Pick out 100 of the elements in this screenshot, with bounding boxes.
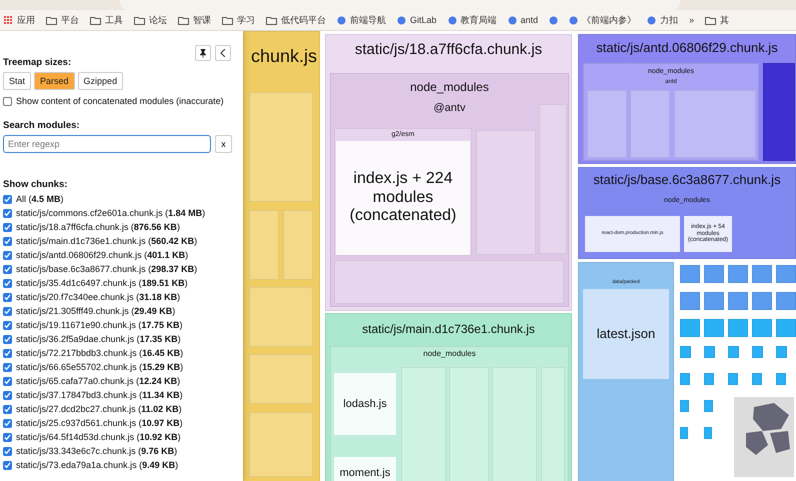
folder-block[interactable] — [763, 63, 795, 161]
checkbox[interactable] — [3, 390, 12, 400]
checkbox[interactable] — [3, 334, 12, 344]
module-tile[interactable] — [704, 265, 724, 283]
module-tile[interactable] — [680, 373, 690, 385]
bookmark-link[interactable]: 应用 — [17, 14, 35, 26]
bookmark-link[interactable]: GitLab — [410, 15, 437, 25]
bookmark-link[interactable]: 前端导航 — [350, 14, 386, 26]
bookmark-link[interactable]: 学习 — [237, 14, 255, 26]
module-block[interactable] — [249, 210, 279, 280]
module-tile[interactable] — [752, 373, 762, 385]
pin-button[interactable] — [195, 45, 211, 61]
folder-icon — [266, 16, 277, 24]
bookmark-link[interactable]: 平台 — [61, 14, 79, 26]
collapse-button[interactable] — [215, 45, 231, 61]
module-tile[interactable] — [704, 400, 713, 412]
bookmark-link[interactable]: 力扣 — [660, 14, 678, 26]
clear-button[interactable]: x — [215, 135, 232, 153]
module-tile[interactable] — [704, 292, 724, 310]
folder-block[interactable]: node_modules lodash.js moment.js — [330, 346, 569, 481]
bookmark-link[interactable]: 《前端内参》 — [582, 14, 636, 26]
bookmark-link[interactable]: 工具 — [105, 14, 123, 26]
checkbox[interactable] — [3, 278, 12, 288]
checkbox[interactable] — [3, 432, 12, 442]
checkbox[interactable] — [3, 222, 12, 232]
checkbox[interactable] — [3, 236, 12, 246]
module-tile[interactable] — [752, 346, 763, 358]
bookmark-link[interactable]: 论坛 — [149, 14, 167, 26]
module-tile[interactable] — [776, 346, 787, 358]
checkbox[interactable] — [3, 376, 12, 386]
search-field[interactable]: Enter regexp — [3, 135, 211, 153]
module-tile[interactable] — [680, 346, 691, 358]
size-toggle-button[interactable]: Gzipped — [78, 72, 124, 90]
bookmark-link[interactable]: antd — [520, 15, 538, 25]
module-tile[interactable] — [704, 427, 712, 439]
module-tile[interactable] — [680, 292, 700, 310]
module-tile[interactable] — [776, 292, 796, 310]
module-tile[interactable] — [776, 319, 796, 337]
chunk-label: static/js/20.f7c340ee.chunk.js (31.18 KB) — [16, 292, 180, 302]
chunk-label: static/js/37.17847bd3.chunk.js (11.34 KB) — [16, 390, 183, 400]
module-tile[interactable] — [752, 319, 772, 337]
chunk-label: static/js/35.4d1c6497.chunk.js (189.51 KB) — [16, 278, 188, 288]
treemap-chunk[interactable]: static/js/main.d1c736e1.chunk.js node_modules lodash.js moment.js — [325, 313, 572, 481]
checkbox[interactable] — [3, 320, 12, 330]
module-tile[interactable] — [728, 319, 748, 337]
module-block[interactable]: moment.js — [334, 457, 396, 481]
checkbox[interactable] — [3, 404, 12, 414]
module-tile[interactable] — [776, 373, 786, 385]
checkbox[interactable] — [3, 306, 12, 316]
module-tile[interactable] — [752, 265, 772, 283]
module-tile[interactable] — [728, 346, 739, 358]
checkbox[interactable] — [3, 208, 12, 218]
chunk-label: static/js/25.c937d561.chunk.js (10.97 KB) — [16, 418, 183, 428]
site-favicon-icon — [397, 16, 406, 24]
site-favicon-icon — [508, 16, 517, 24]
module-block[interactable] — [539, 104, 567, 254]
module-tile[interactable] — [680, 265, 700, 283]
checkbox[interactable] — [3, 348, 12, 358]
module-block[interactable] — [249, 412, 313, 477]
module-block[interactable]: lodash.js — [334, 373, 396, 435]
checkbox[interactable] — [3, 264, 12, 274]
checkbox[interactable] — [3, 418, 12, 428]
module-tile[interactable] — [704, 346, 715, 358]
module-tile[interactable] — [728, 265, 748, 283]
site-favicon-icon — [549, 16, 558, 24]
module-tile[interactable] — [776, 265, 796, 283]
checkbox[interactable] — [3, 292, 12, 302]
module-tile[interactable] — [680, 400, 689, 412]
module-block[interactable] — [249, 92, 313, 202]
bookmark-link[interactable]: 其 — [720, 14, 730, 26]
size-toggle-button[interactable]: Stat — [3, 72, 32, 90]
module-tile[interactable] — [728, 292, 748, 310]
bookmark-link[interactable]: 智课 — [193, 14, 211, 26]
module-tile[interactable] — [680, 319, 700, 337]
bookmark-link[interactable]: 低代码平台 — [281, 14, 326, 26]
chunk-label: static/js/main.d1c736e1.chunk.js (560.42 KB) — [16, 236, 198, 246]
checkbox[interactable] — [3, 250, 12, 260]
module-block[interactable]: latest.json — [583, 289, 669, 379]
module-tile[interactable] — [704, 319, 724, 337]
checkbox[interactable] — [3, 362, 12, 372]
chunk-label: static/js/72.217bbdb3.chunk.js (16.45 KB) — [16, 348, 184, 358]
module-tile[interactable] — [728, 373, 738, 385]
module-tile[interactable] — [704, 373, 714, 385]
more-bookmarks-button[interactable]: » — [689, 15, 694, 25]
module-block[interactable] — [283, 210, 313, 280]
checkbox[interactable] — [3, 194, 12, 204]
checkbox[interactable] — [3, 96, 12, 106]
chunk-label: static/js/18.a7ff6cfa.chunk.js (876.56 KB) — [16, 222, 180, 232]
module-block[interactable] — [249, 354, 313, 404]
module-block[interactable]: index.js + 224 modules (concatenated) — [336, 141, 470, 255]
checkbox[interactable] — [3, 446, 12, 456]
module-tile[interactable] — [680, 427, 688, 439]
size-toggle-button[interactable]: Parsed — [34, 72, 75, 90]
folder-icon — [178, 16, 189, 24]
folder-icon — [90, 16, 101, 24]
module-tile[interactable] — [752, 292, 772, 310]
bookmark-link[interactable]: 教育局端 — [460, 14, 497, 26]
treemap-chunk[interactable]: chunk.js — [243, 31, 320, 481]
module-block[interactable] — [249, 287, 313, 347]
checkbox[interactable] — [3, 460, 12, 470]
